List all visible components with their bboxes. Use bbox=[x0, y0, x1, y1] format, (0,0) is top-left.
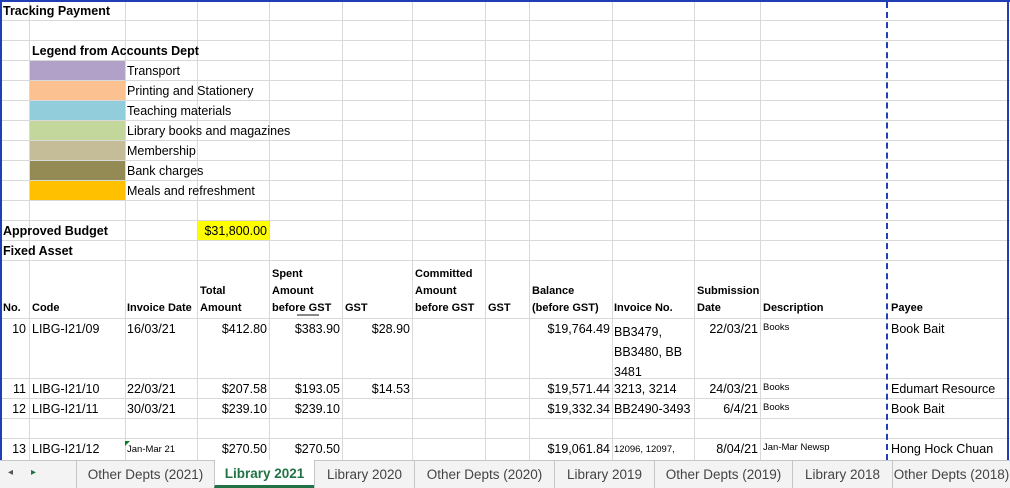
sheet-tab[interactable]: Library 2021 bbox=[214, 460, 314, 488]
row-code[interactable]: LIBG-I21/12 bbox=[32, 442, 99, 457]
sheet-tab[interactable]: Other Depts (2019) bbox=[654, 461, 792, 488]
row-code[interactable]: LIBG-I21/10 bbox=[32, 382, 99, 397]
row-total-amount[interactable]: $270.50 bbox=[198, 442, 267, 457]
row-code[interactable]: LIBG-I21/09 bbox=[32, 322, 99, 337]
row-description[interactable]: Books bbox=[763, 400, 789, 415]
legend-label[interactable]: Bank charges bbox=[127, 164, 203, 179]
row-payee[interactable]: Edumart Resource bbox=[891, 382, 995, 397]
row-description[interactable]: Books bbox=[763, 320, 789, 335]
row-payee[interactable]: Book Bait bbox=[891, 322, 945, 337]
header-balance[interactable]: Balance (before GST) bbox=[532, 283, 610, 317]
header-code[interactable]: Code bbox=[32, 300, 60, 317]
approved-budget-value[interactable]: $31,800.00 bbox=[198, 224, 267, 239]
row-invoice-no[interactable]: 12096, 12097, bbox=[614, 442, 675, 457]
column-filter-indicator bbox=[297, 314, 319, 316]
page-break-line bbox=[886, 2, 888, 460]
legend-swatch bbox=[30, 61, 125, 80]
sheet-tab[interactable]: Library 2020 bbox=[314, 461, 414, 488]
row-balance[interactable]: $19,061.84 bbox=[530, 442, 610, 457]
row-payee[interactable]: Hong Hock Chuan bbox=[891, 442, 993, 457]
cell-error-indicator-icon bbox=[125, 441, 130, 446]
print-area-border-right bbox=[1007, 0, 1009, 460]
legend-label[interactable]: Library books and magazines bbox=[127, 124, 290, 139]
row-submission-date[interactable]: 22/03/21 bbox=[695, 322, 758, 337]
spreadsheet-grid[interactable]: Tracking Payment Legend from Accounts De… bbox=[0, 0, 1010, 460]
row-gst[interactable]: $28.90 bbox=[343, 322, 410, 337]
fixed-asset-label[interactable]: Fixed Asset bbox=[3, 244, 73, 259]
sheet-tab[interactable]: Library 2018 bbox=[792, 461, 892, 488]
row-balance[interactable]: $19,332.34 bbox=[530, 402, 610, 417]
legend-swatch bbox=[30, 181, 125, 200]
row-invoice-no[interactable]: BB2490-3493 bbox=[614, 402, 690, 417]
row-payee[interactable]: Book Bait bbox=[891, 402, 945, 417]
row-total-amount[interactable]: $207.58 bbox=[198, 382, 267, 397]
header-total-amount[interactable]: Total Amount bbox=[200, 283, 250, 317]
row-balance[interactable]: $19,764.49 bbox=[530, 322, 610, 337]
legend-title[interactable]: Legend from Accounts Dept bbox=[32, 44, 199, 59]
row-description[interactable]: Books bbox=[763, 380, 789, 395]
row-no[interactable]: 13 bbox=[2, 442, 26, 457]
header-invoice-date[interactable]: Invoice Date bbox=[127, 300, 192, 317]
scroll-tabs-left-icon[interactable]: ◂ bbox=[8, 467, 13, 478]
sheet-tab[interactable]: Other Depts (2018) bbox=[892, 461, 1010, 488]
row-spent-amount[interactable]: $193.05 bbox=[270, 382, 340, 397]
header-committed-amount[interactable]: Committed Amount before GST bbox=[415, 266, 483, 317]
row-submission-date[interactable]: 6/4/21 bbox=[695, 402, 758, 417]
row-total-amount[interactable]: $412.80 bbox=[198, 322, 267, 337]
row-description[interactable]: Jan-Mar Newsp bbox=[763, 440, 830, 455]
legend-swatch bbox=[30, 161, 125, 180]
row-spent-amount[interactable]: $239.10 bbox=[270, 402, 340, 417]
row-code[interactable]: LIBG-I21/11 bbox=[32, 402, 98, 417]
row-total-amount[interactable]: $239.10 bbox=[198, 402, 267, 417]
row-no[interactable]: 11 bbox=[2, 382, 26, 397]
legend-swatch bbox=[30, 141, 125, 160]
row-invoice-no[interactable]: BB3479, BB3480, BB 3481 bbox=[614, 322, 692, 379]
approved-budget-label[interactable]: Approved Budget bbox=[3, 224, 108, 239]
header-gst-committed[interactable]: GST bbox=[488, 300, 511, 317]
row-invoice-date[interactable]: 22/03/21 bbox=[127, 382, 176, 397]
header-payee[interactable]: Payee bbox=[891, 300, 923, 317]
legend-label[interactable]: Meals and refreshment bbox=[127, 184, 255, 199]
row-submission-date[interactable]: 24/03/21 bbox=[695, 382, 758, 397]
row-invoice-no[interactable]: 3213, 3214 bbox=[614, 382, 677, 397]
row-no[interactable]: 10 bbox=[2, 322, 26, 337]
row-invoice-date[interactable]: 16/03/21 bbox=[127, 322, 176, 337]
print-area-border-top bbox=[0, 0, 1010, 2]
legend-swatch bbox=[30, 121, 125, 140]
header-gst[interactable]: GST bbox=[345, 300, 368, 317]
row-gst[interactable]: $14.53 bbox=[343, 382, 410, 397]
scroll-tabs-right-icon[interactable]: ▸ bbox=[31, 467, 36, 478]
legend-label[interactable]: Printing and Stationery bbox=[127, 84, 253, 99]
legend-label[interactable]: Teaching materials bbox=[127, 104, 231, 119]
row-invoice-date[interactable]: Jan-Mar 21 bbox=[127, 442, 175, 457]
row-gst[interactable] bbox=[343, 402, 410, 417]
legend-label[interactable]: Membership bbox=[127, 144, 196, 159]
sheet-tab[interactable]: Other Depts (2020) bbox=[414, 461, 554, 488]
legend-label[interactable]: Transport bbox=[127, 64, 180, 79]
header-submission-date[interactable]: Submission Date bbox=[697, 283, 759, 317]
header-invoice-no[interactable]: Invoice No. bbox=[614, 300, 673, 317]
header-description[interactable]: Description bbox=[763, 300, 824, 317]
sheet-title[interactable]: Tracking Payment bbox=[3, 4, 110, 19]
sheet-tab[interactable]: Other Depts (2021) bbox=[76, 461, 214, 488]
row-no[interactable]: 12 bbox=[2, 402, 26, 417]
row-spent-amount[interactable]: $270.50 bbox=[270, 442, 340, 457]
sheet-tab[interactable]: Library 2019 bbox=[554, 461, 654, 488]
header-no[interactable]: No. bbox=[3, 300, 21, 317]
row-balance[interactable]: $19,571.44 bbox=[530, 382, 610, 397]
sheet-tab-bar: ◂ ▸ Other Depts (2021) Library 2021 Librar… bbox=[0, 460, 1010, 488]
row-gst[interactable] bbox=[343, 442, 410, 457]
row-invoice-date[interactable]: 30/03/21 bbox=[127, 402, 176, 417]
header-spent-amount[interactable]: Spent Amount before GST bbox=[272, 266, 340, 317]
row-spent-amount[interactable]: $383.90 bbox=[270, 322, 340, 337]
legend-swatch bbox=[30, 81, 125, 100]
legend-swatch bbox=[30, 101, 125, 120]
row-submission-date[interactable]: 8/04/21 bbox=[695, 442, 758, 457]
